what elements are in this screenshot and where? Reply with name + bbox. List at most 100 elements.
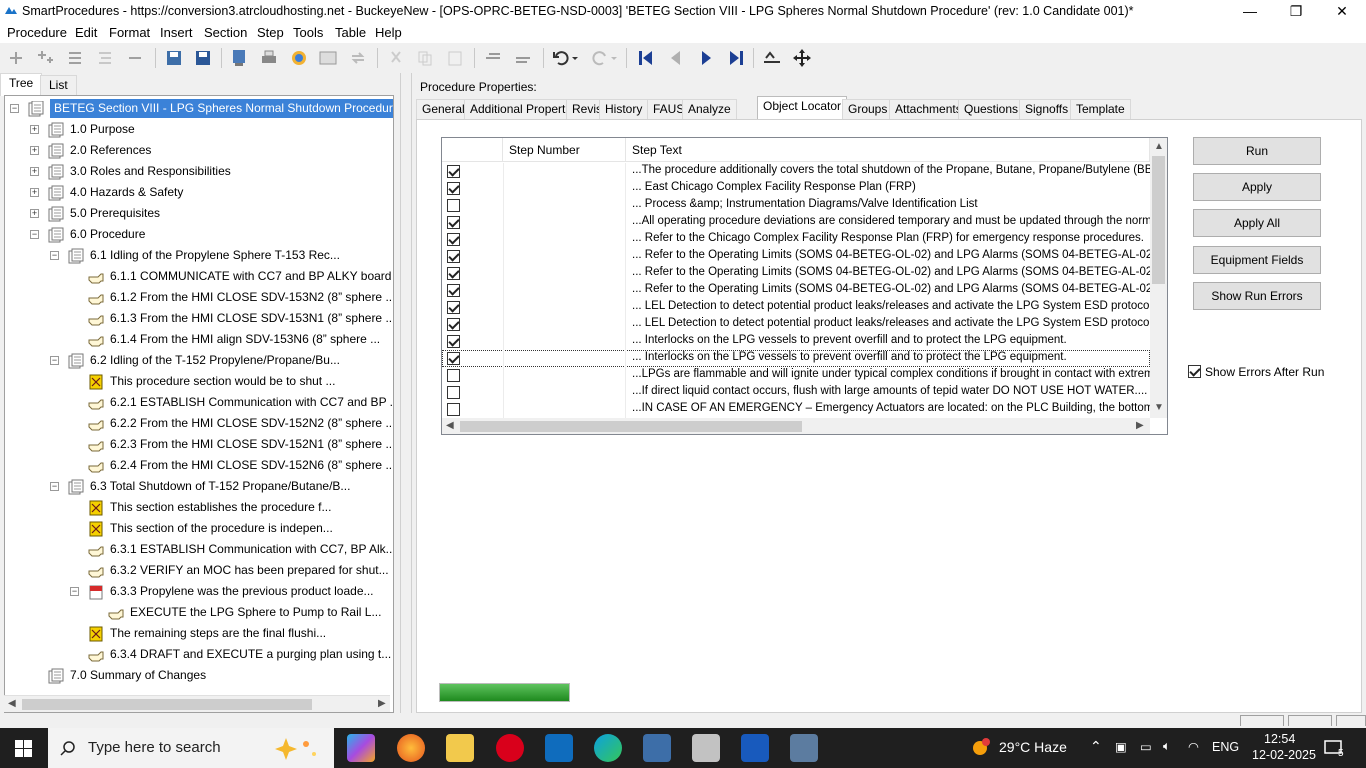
step-number-cell[interactable] <box>503 214 626 231</box>
tab-template[interactable]: Template <box>1070 99 1131 119</box>
grid-row[interactable]: ... Interlocks on the LPG vessels to pre… <box>442 350 1150 367</box>
collapse-icon[interactable]: − <box>10 104 19 113</box>
grid-row[interactable]: ... Refer to the Chicago Complex Facilit… <box>442 231 1150 248</box>
firefox-icon[interactable] <box>397 734 425 762</box>
equipment-fields-button[interactable]: Equipment Fields <box>1193 246 1321 274</box>
file-explorer-icon[interactable] <box>446 734 474 762</box>
tree-node[interactable]: 6.1.3 From the HMI CLOSE SDV-153N1 (8” s… <box>5 308 393 329</box>
tree-node[interactable]: +2.0 References <box>5 140 393 161</box>
step-text-cell[interactable]: ...IN CASE OF AN EMERGENCY – Emergency A… <box>632 402 1167 414</box>
menu-procedure[interactable]: Procedure <box>7 25 67 40</box>
weather-text[interactable]: 29°C Haze <box>999 739 1067 755</box>
expand-icon[interactable]: + <box>30 167 39 176</box>
checkbox-unchecked-icon[interactable] <box>447 386 460 399</box>
tab-signoffs[interactable]: Signoffs <box>1019 99 1075 119</box>
tab-analyze[interactable]: Analyze <box>682 99 737 119</box>
step-text-cell[interactable]: ... Refer to the Operating Limits (SOMS … <box>632 266 1167 278</box>
grid-row[interactable]: ...IN CASE OF AN EMERGENCY – Emergency A… <box>442 401 1167 418</box>
chevron-up-icon[interactable]: ⌃ <box>1090 738 1102 755</box>
redo-icon[interactable] <box>590 48 610 68</box>
collapse-icon[interactable]: − <box>30 230 39 239</box>
publish-icon[interactable] <box>229 48 249 68</box>
transfer-icon[interactable] <box>348 48 368 68</box>
scroll-thumb[interactable] <box>1152 156 1165 284</box>
tree-node[interactable]: − 6.3.3 Propylene was the previous produc… <box>5 581 393 602</box>
tree-node[interactable]: This procedure section would be to shut … <box>5 371 393 392</box>
tab-questions[interactable]: Questions <box>958 99 1025 119</box>
copilot-icon[interactable] <box>347 734 375 762</box>
view-icon[interactable] <box>318 48 338 68</box>
tree-node[interactable]: 6.1.1 COMMUNICATE with CC7 and BP ALKY b… <box>5 266 393 287</box>
checkbox-checked-icon[interactable] <box>447 301 460 314</box>
tree-node[interactable]: − 6.2 Idling of the T-152 Propylene/Propa… <box>5 350 393 371</box>
checkbox-checked-icon[interactable] <box>447 352 460 365</box>
next-icon[interactable] <box>696 48 716 68</box>
scroll-right-icon[interactable]: ▶ <box>1136 420 1144 431</box>
tree-node[interactable]: − 6.0 Procedure <box>5 224 393 245</box>
previous-icon[interactable] <box>666 48 686 68</box>
remote-desktop-icon[interactable] <box>692 734 720 762</box>
grid-row[interactable]: ... Interlocks on the LPG vessels to pre… <box>442 333 1150 350</box>
grid-row[interactable]: ... LEL Detection to detect potential pr… <box>442 299 1155 316</box>
checkbox-unchecked-icon[interactable] <box>447 403 460 416</box>
checkbox-checked-icon[interactable] <box>447 318 460 331</box>
step-text-cell[interactable]: ...LPGs are flammable and will ignite un… <box>632 368 1167 380</box>
column-header-check[interactable] <box>442 138 503 162</box>
grid-row[interactable]: ... Refer to the Operating Limits (SOMS … <box>442 265 1167 282</box>
windows-start-icon[interactable] <box>15 740 32 757</box>
step-text-cell[interactable]: ... Interlocks on the LPG vessels to pre… <box>632 334 1067 346</box>
collapse-icon[interactable]: − <box>50 482 59 491</box>
step-number-cell[interactable] <box>503 401 626 418</box>
step-text-cell[interactable]: ... Refer to the Chicago Complex Facilit… <box>632 232 1144 244</box>
clock-time[interactable]: 12:54 <box>1264 732 1295 746</box>
menu-format[interactable]: Format <box>109 25 150 40</box>
tree-horizontal-scrollbar[interactable]: ◀ ▶ <box>4 695 390 712</box>
checkbox-unchecked-icon[interactable] <box>447 369 460 382</box>
step-text-cell[interactable]: ... Interlocks on the LPG vessels to pre… <box>632 351 1067 363</box>
step-number-cell[interactable] <box>503 197 626 214</box>
column-header-step-text[interactable]: Step Text <box>626 138 1150 162</box>
grid-row[interactable]: ...LPGs are flammable and will ignite un… <box>442 367 1167 384</box>
print-icon[interactable] <box>259 48 279 68</box>
scroll-thumb[interactable] <box>22 699 312 710</box>
menu-insert[interactable]: Insert <box>160 25 193 40</box>
menu-section[interactable]: Section <box>204 25 247 40</box>
tree-node[interactable]: 7.0 Summary of Changes <box>5 665 393 686</box>
step-number-cell[interactable] <box>503 180 626 197</box>
checkbox-checked-icon[interactable] <box>447 182 460 195</box>
expand-icon[interactable]: + <box>30 209 39 218</box>
mail-icon[interactable] <box>545 734 573 762</box>
tab-groups[interactable]: Groups <box>842 99 894 119</box>
checkbox-checked-icon[interactable] <box>1188 365 1201 378</box>
scroll-up-icon[interactable]: ▲ <box>1154 141 1164 152</box>
tree-node[interactable]: EXECUTE the LPG Sphere to Pump to Rail L… <box>5 602 393 623</box>
smartprocedures-taskbar-icon[interactable] <box>643 734 671 762</box>
step-text-cell[interactable]: ...All operating procedure deviations ar… <box>632 215 1167 227</box>
show-errors-after-run-checkbox[interactable]: Show Errors After Run <box>1188 365 1324 379</box>
grid-horizontal-scrollbar[interactable]: ◀ ▶ <box>442 418 1150 434</box>
opera-icon[interactable] <box>496 734 524 762</box>
step-number-cell[interactable] <box>503 384 626 401</box>
apply-button[interactable]: Apply <box>1193 173 1321 201</box>
step-number-cell[interactable] <box>503 299 626 316</box>
tab-object-locator[interactable]: Object Locator <box>757 96 848 120</box>
word-icon[interactable] <box>741 734 769 762</box>
copy-icon[interactable] <box>415 48 435 68</box>
column-header-step-number[interactable]: Step Number <box>503 138 626 162</box>
language-indicator[interactable]: ENG <box>1212 740 1239 754</box>
move-up-icon[interactable] <box>483 48 503 68</box>
tree-node[interactable]: 6.2.2 From the HMI CLOSE SDV-152N2 (8” s… <box>5 413 393 434</box>
wifi-icon[interactable]: ◠ <box>1188 739 1199 754</box>
tree-node[interactable]: 6.3.2 VERIFY an MOC has been prepared fo… <box>5 560 393 581</box>
network-icon[interactable]: ▣ <box>1115 739 1127 754</box>
checkbox-checked-icon[interactable] <box>447 284 460 297</box>
menu-tools[interactable]: Tools <box>293 25 323 40</box>
step-text-cell[interactable]: ... East Chicago Complex Facility Respon… <box>632 181 916 193</box>
checkbox-checked-icon[interactable] <box>447 165 460 178</box>
checkbox-checked-icon[interactable] <box>447 216 460 229</box>
step-number-cell[interactable] <box>503 248 626 265</box>
find-icon[interactable] <box>762 48 782 68</box>
weather-icon[interactable] <box>968 736 992 760</box>
grid-row[interactable]: ... Refer to the Operating Limits (SOMS … <box>442 248 1167 265</box>
move-down-icon[interactable] <box>513 48 533 68</box>
